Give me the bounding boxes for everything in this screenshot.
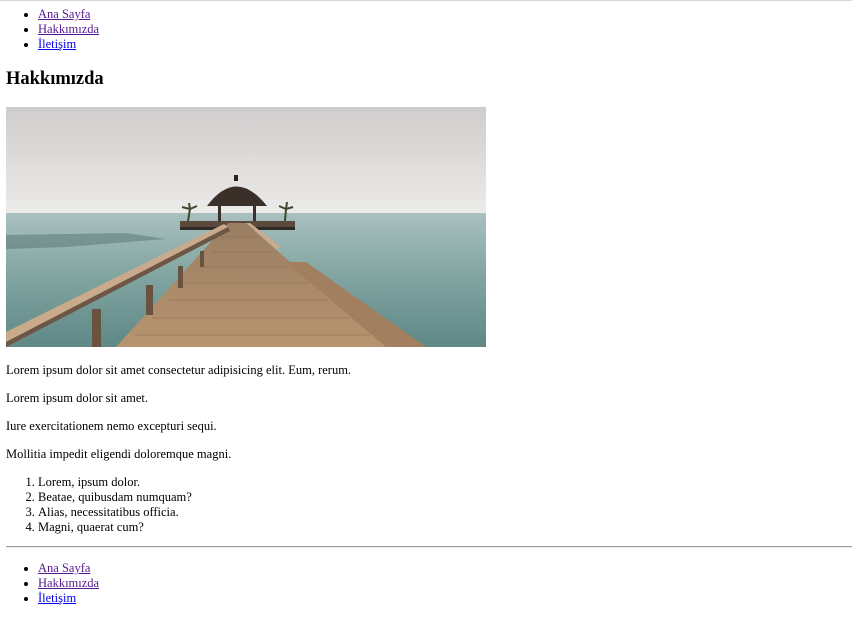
nav-link-home[interactable]: Ana Sayfa	[38, 7, 90, 21]
list-item: Alias, necessitatibus officia.	[38, 505, 192, 520]
bottom-nav: Ana Sayfa Hakkımızda İletişim	[0, 561, 99, 606]
nav-link-home[interactable]: Ana Sayfa	[38, 561, 90, 575]
nav-link-about[interactable]: Hakkımızda	[38, 576, 99, 590]
top-border	[0, 0, 852, 1]
nav-item-contact: İletişim	[38, 37, 99, 52]
nav-item-home: Ana Sayfa	[38, 561, 99, 576]
list-item: Beatae, quibusdam numquam?	[38, 490, 192, 505]
paragraph: Iure exercitationem nemo excepturi sequi…	[6, 419, 217, 433]
nav-item-about: Hakkımızda	[38, 22, 99, 37]
nav-link-about[interactable]: Hakkımızda	[38, 22, 99, 36]
list-item: Lorem, ipsum dolor.	[38, 475, 192, 490]
paragraph: Lorem ipsum dolor sit amet consectetur a…	[6, 363, 352, 377]
nav-link-contact[interactable]: İletişim	[38, 37, 76, 51]
paragraph: Mollitia impedit eligendi doloremque mag…	[6, 447, 232, 461]
list-item: Magni, quaerat cum?	[38, 520, 192, 535]
horizontal-divider	[6, 546, 852, 548]
ordered-list: Lorem, ipsum dolor. Beatae, quibusdam nu…	[0, 475, 192, 535]
nav-item-about: Hakkımızda	[38, 576, 99, 591]
top-nav: Ana Sayfa Hakkımızda İletişim	[0, 7, 99, 52]
nav-item-contact: İletişim	[38, 591, 99, 606]
nav-item-home: Ana Sayfa	[38, 7, 99, 22]
nav-link-contact[interactable]: İletişim	[38, 591, 76, 605]
hero-image	[6, 107, 486, 347]
page-title: Hakkımızda	[6, 69, 104, 89]
paragraph: Lorem ipsum dolor sit amet.	[6, 391, 148, 405]
